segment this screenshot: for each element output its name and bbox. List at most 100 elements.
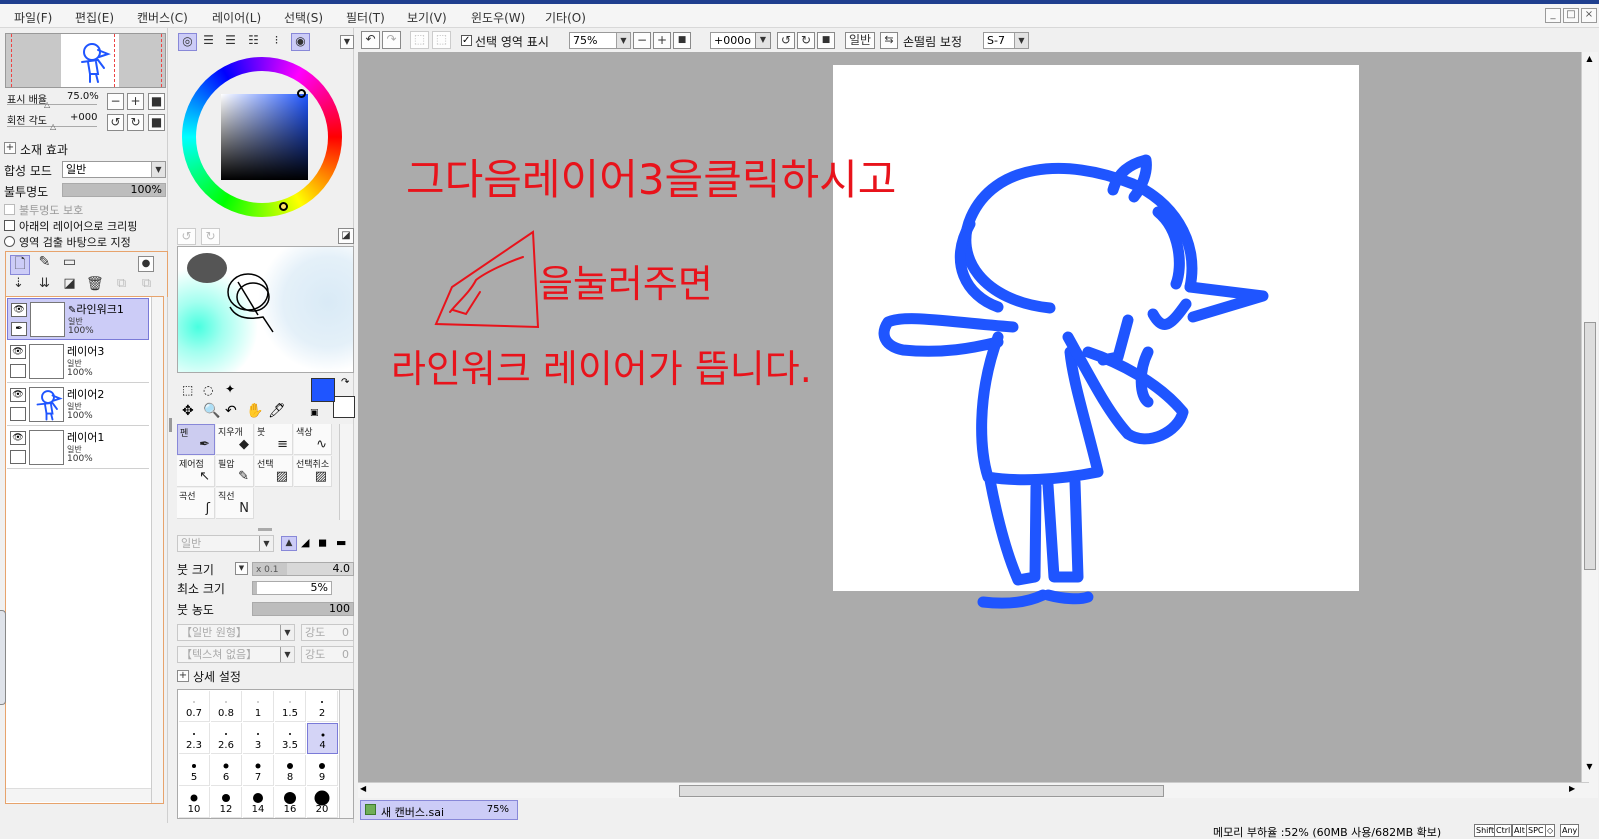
brush-shape-select[interactable]: 【일반 원형】 ▼ [177,624,295,641]
maximize-button[interactable]: □ [1563,8,1579,23]
brush-size-slider[interactable]: x 0.1 4.0 [252,562,354,576]
new-linework-icon[interactable]: ✎ [36,255,53,272]
selection-source-radio[interactable] [4,236,15,247]
rotate-tool-icon[interactable]: ↶ [225,403,237,419]
layer-mask-icon[interactable]: ● [138,256,154,272]
brush-size-preset[interactable]: 3 [243,723,274,754]
rotate-reset-button[interactable]: ■ [148,114,165,131]
scroll-right-icon[interactable]: ▶ [1569,784,1575,793]
layer-row-layer3[interactable]: 👁 레이어3 일반 100% [7,341,149,383]
layer-row-layer1[interactable]: 👁 레이어1 일반 100% [7,427,149,469]
density-slider[interactable]: 100 [252,602,354,616]
layer-list-scrollbar[interactable] [151,297,163,803]
shape-strength-field[interactable]: 강도 0 [301,624,354,641]
panel-menu-icon[interactable]: ▼ [340,35,354,49]
brush-edge-flat-icon[interactable]: ▬ [336,536,346,549]
layer-lock-box[interactable] [10,407,26,421]
layer-list-hscrollbar[interactable] [6,788,151,802]
zoom-slider[interactable] [7,104,97,105]
toolbar-zoom-in[interactable]: + [653,32,671,49]
saturation-value-box[interactable] [221,94,308,180]
menu-other[interactable]: 기타(O) [545,9,586,26]
brush-size-preset[interactable]: 2.6 [211,723,242,754]
hand-icon[interactable]: ✋ [246,403,263,419]
brush-mode-select[interactable]: 일반 ▼ [177,535,274,552]
canvas-vscrollbar[interactable]: ▲ ▼ [1581,52,1598,798]
undo-scratch-icon[interactable]: ↺ [177,228,196,245]
brush-edge-soft-icon[interactable]: ◼ [318,536,327,549]
scroll-down-icon[interactable]: ▼ [1582,762,1597,776]
details-expand-icon[interactable]: + [177,670,189,682]
toolbar-zoom-reset[interactable]: ■ [673,32,691,49]
brush-size-preset[interactable]: 8 [275,755,306,786]
visibility-eye-icon[interactable]: 👁 [11,303,27,317]
navigator-preview[interactable] [5,33,166,88]
magic-wand-icon[interactable]: ✦ [225,382,235,396]
tool-deselect-pen[interactable]: 선택취소 ▨ [294,456,332,487]
zoom-slider-thumb[interactable]: △ [44,100,50,109]
color-wheel-mode-icon[interactable]: ◎ [178,33,197,51]
brush-size-preset[interactable]: 7 [243,755,274,786]
hue-cursor[interactable] [279,202,288,211]
show-selection-checkbox[interactable]: ✓ [461,35,472,46]
menu-layer[interactable]: 레이어(L) [212,9,261,26]
tool-line[interactable]: 직선 N [216,488,254,519]
tool-pen[interactable]: 펜 ✒ [177,424,215,455]
menu-canvas[interactable]: 캔버스(C) [137,9,188,26]
brush-size-multiplier-dropdown[interactable]: ▼ [235,562,248,575]
scratchpad-icon[interactable]: ◉ [291,33,310,51]
minimize-button[interactable]: _ [1545,8,1561,23]
brush-size-preset[interactable]: 4 [307,723,338,754]
brush-size-preset[interactable]: 0.8 [211,691,242,722]
brush-grid-scrollbar[interactable] [339,690,353,818]
lasso-icon[interactable]: ◌ [203,383,213,397]
menu-file[interactable]: 파일(F) [14,9,52,26]
undo-icon[interactable]: ↶ [361,31,380,49]
toolbar-rotate-reset[interactable]: ■ [817,32,835,49]
merge-down-icon[interactable]: ⇊ [36,277,53,294]
brush-size-preset[interactable]: 14 [243,787,274,818]
zoom-icon[interactable]: 🔍 [203,403,220,419]
toolbar-rotate-left[interactable]: ↺ [777,32,795,49]
tool-splitter[interactable] [258,528,272,531]
brush-size-preset[interactable]: 10 [179,787,210,818]
zoom-out-button[interactable]: − [107,93,124,110]
layer-row-layer2[interactable]: 👁 레이어2 일반 100% [7,384,149,426]
zoom-reset-button[interactable]: ■ [148,93,165,110]
menu-edit[interactable]: 편집(E) [75,9,114,26]
tool-eraser[interactable]: 지우개 ◆ [216,424,254,455]
zoom-in-button[interactable]: + [127,93,144,110]
tool-selection-pen[interactable]: 선택 ▨ [255,456,293,487]
delete-layer-icon[interactable]: 🗑 [86,277,104,294]
invert-selection-icon[interactable]: ⬚ [432,31,451,49]
layer-row-linework1[interactable]: 👁 ✒ ✎라인워크1 일반 100% [7,298,149,340]
redo-scratch-icon[interactable]: ↻ [201,228,220,245]
tool-color[interactable]: 색상 ∿ [294,424,332,455]
clip-lower-checkbox[interactable] [4,220,15,231]
transparent-color-icon[interactable]: ▣ [310,408,319,418]
layer-lock-box[interactable] [10,364,26,378]
min-size-slider[interactable]: 5% [252,581,332,595]
swatch-list-icon[interactable]: ☷ [244,33,263,51]
deselect-icon[interactable]: ⬚ [410,31,429,49]
brush-size-preset[interactable]: 16 [275,787,306,818]
brush-size-preset[interactable]: 5 [179,755,210,786]
hsv-slider-icon[interactable]: ☰ [221,33,240,51]
brush-edge-hard-icon[interactable]: ▲ [281,536,297,551]
effects-expand-icon[interactable]: + [4,142,16,154]
scroll-up-icon[interactable]: ▲ [1582,54,1597,68]
new-layer-icon[interactable]: 🗋 [10,255,30,275]
brush-size-preset[interactable]: 1 [243,691,274,722]
new-folder-icon[interactable]: ▭ [61,255,78,272]
paste-layer-icon[interactable]: ⧉ [138,277,155,294]
toolbar-zoom-out[interactable]: − [633,32,651,49]
tool-pressure[interactable]: 필압 ✎ [216,456,254,487]
visibility-eye-icon[interactable]: 👁 [10,345,26,359]
brush-size-preset[interactable]: 1.5 [275,691,306,722]
sv-cursor[interactable] [297,89,306,98]
tool-grid-scrollbar[interactable] [339,424,353,520]
brush-size-preset[interactable]: 0.7 [179,691,210,722]
rotation-dropdown-arrow[interactable]: ▼ [755,32,771,49]
transfer-down-icon[interactable]: ⇣ [10,277,27,294]
menu-select[interactable]: 선택(S) [284,9,323,26]
